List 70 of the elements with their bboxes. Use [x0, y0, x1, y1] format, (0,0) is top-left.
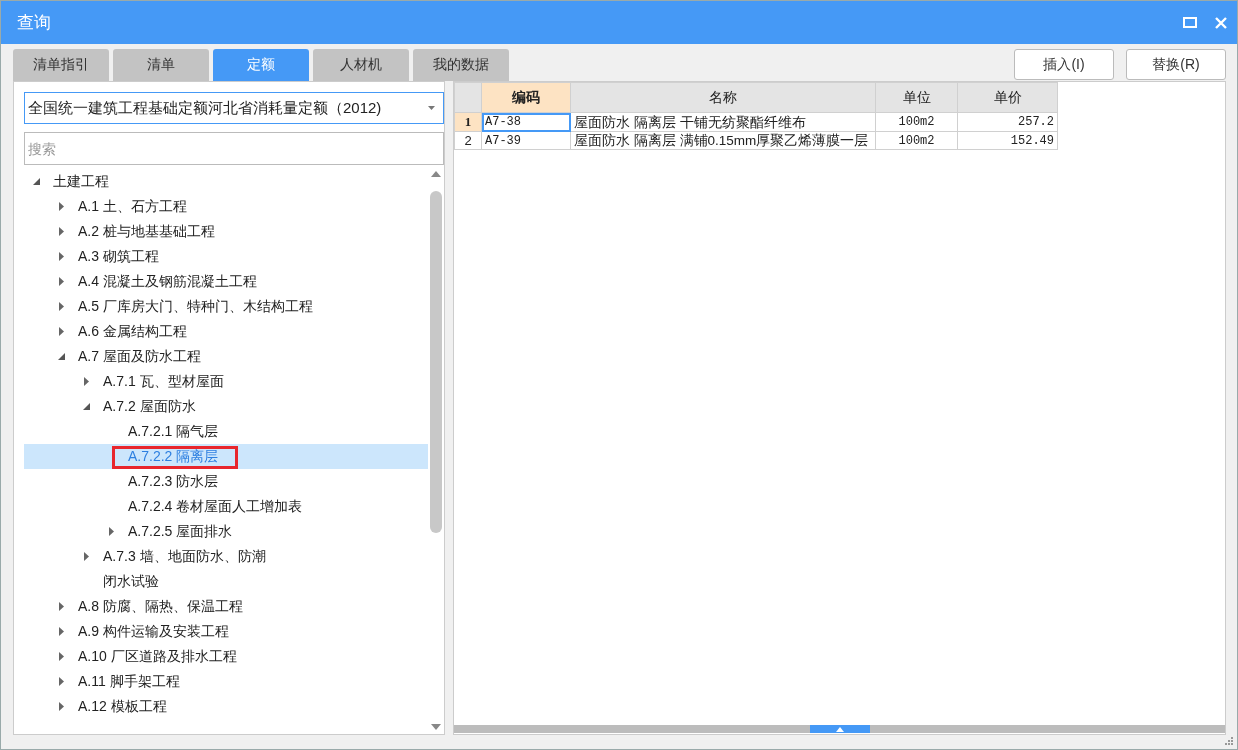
expand-arrow-icon[interactable] — [84, 552, 89, 561]
expand-arrow-icon[interactable] — [109, 527, 114, 536]
table-cell: 152.49 — [957, 131, 1058, 150]
tree-row[interactable]: A.11 脚手架工程 — [24, 669, 428, 694]
column-header[interactable]: 单价 — [957, 82, 1058, 113]
action-button[interactable]: 插入(I) — [1014, 49, 1114, 80]
tree-row[interactable]: A.7.3 墙、地面防水、防潮 — [24, 544, 428, 569]
tree-row[interactable]: A.6 金属结构工程 — [24, 319, 428, 344]
tree-row[interactable]: A.5 厂库房大门、特种门、木结构工程 — [24, 294, 428, 319]
tab[interactable]: 人材机 — [313, 49, 409, 81]
table-cell: A7-38 — [481, 112, 571, 132]
scroll-thumb[interactable] — [809, 725, 870, 733]
expand-arrow-icon[interactable] — [59, 652, 64, 661]
column-header[interactable]: 编码 — [481, 82, 571, 113]
maximize-icon[interactable] — [1183, 17, 1197, 28]
close-icon[interactable] — [1215, 16, 1227, 29]
table-cell: 屋面防水 隔离层 满铺0.15mm厚聚乙烯薄膜一层 — [570, 131, 876, 150]
tree-row[interactable]: A.7.2 屋面防水 — [24, 394, 428, 419]
expand-arrow-icon[interactable] — [59, 327, 64, 336]
library-dropdown[interactable]: 全国统一建筑工程基础定额河北省消耗量定额（2012) — [24, 92, 444, 124]
scroll-up-icon[interactable] — [431, 171, 441, 177]
tree-row[interactable]: A.1 土、石方工程 — [24, 194, 428, 219]
tree-row[interactable]: 土建工程 — [24, 169, 428, 194]
action-button[interactable]: 替换(R) — [1126, 49, 1226, 80]
scroll-down-icon[interactable] — [431, 724, 441, 730]
scroll-thumb[interactable] — [430, 191, 442, 533]
tree-row[interactable]: A.3 砌筑工程 — [24, 244, 428, 269]
table-cell: 100m2 — [875, 112, 958, 132]
expand-arrow-icon[interactable] — [59, 252, 64, 261]
search-field[interactable]: 搜索 — [24, 132, 444, 165]
expand-arrow-icon[interactable] — [84, 377, 89, 386]
tab[interactable]: 清单指引 — [13, 49, 109, 81]
column-header[interactable]: 名称 — [570, 82, 876, 113]
expand-arrow-icon[interactable] — [59, 202, 64, 211]
tree-row[interactable]: A.7 屋面及防水工程 — [24, 344, 428, 369]
expand-arrow-icon[interactable] — [59, 277, 64, 286]
resize-grip-icon[interactable] — [1225, 737, 1234, 746]
tab[interactable]: 我的数据 — [413, 49, 509, 81]
table-cell: 屋面防水 隔离层 干铺无纺聚酯纤维布 — [570, 112, 876, 132]
expand-arrow-icon[interactable] — [59, 702, 64, 711]
dropdown-caret-icon — [428, 106, 435, 110]
tree-row[interactable]: A.7.2.3 防水层 — [24, 469, 428, 494]
table-cell: 257.2 — [957, 112, 1058, 132]
tab[interactable]: 清单 — [113, 49, 209, 81]
tree-row[interactable]: A.8 防腐、隔热、保温工程 — [24, 594, 428, 619]
tree-row[interactable]: A.7.1 瓦、型材屋面 — [24, 369, 428, 394]
expand-arrow-icon[interactable] — [59, 602, 64, 611]
table-cell: A7-39 — [481, 131, 571, 150]
tree-row[interactable]: A.7.2.5 屋面排水 — [24, 519, 428, 544]
tree-row[interactable]: 闭水试验 — [24, 569, 428, 594]
up-arrow-icon — [835, 726, 844, 732]
tree-row[interactable]: A.10 厂区道路及排水工程 — [24, 644, 428, 669]
tree-row[interactable]: A.4 混凝土及钢筋混凝土工程 — [24, 269, 428, 294]
expand-arrow-icon[interactable] — [59, 302, 64, 311]
tree-row[interactable]: A.7.2.4 卷材屋面人工增加表 — [24, 494, 428, 519]
table-cell: 100m2 — [875, 131, 958, 150]
horizontal-scrollbar[interactable] — [454, 725, 1225, 733]
tree-row[interactable]: A.7.2.1 隔气层 — [24, 419, 428, 444]
tree-row[interactable]: A.12 模板工程 — [24, 694, 428, 719]
column-header[interactable]: 单位 — [875, 82, 958, 113]
expand-arrow-icon[interactable] — [59, 677, 64, 686]
tree-row[interactable]: A.9 构件运输及安装工程 — [24, 619, 428, 644]
tree-row[interactable]: A.2 桩与地基基础工程 — [24, 219, 428, 244]
collapse-arrow-icon[interactable] — [58, 353, 65, 360]
expand-arrow-icon[interactable] — [59, 627, 64, 636]
collapse-arrow-icon[interactable] — [83, 403, 90, 410]
row-number[interactable]: 2 — [454, 131, 482, 150]
collapse-arrow-icon[interactable] — [33, 178, 40, 185]
window-title: 查询 — [17, 12, 52, 34]
expand-arrow-icon[interactable] — [59, 227, 64, 236]
